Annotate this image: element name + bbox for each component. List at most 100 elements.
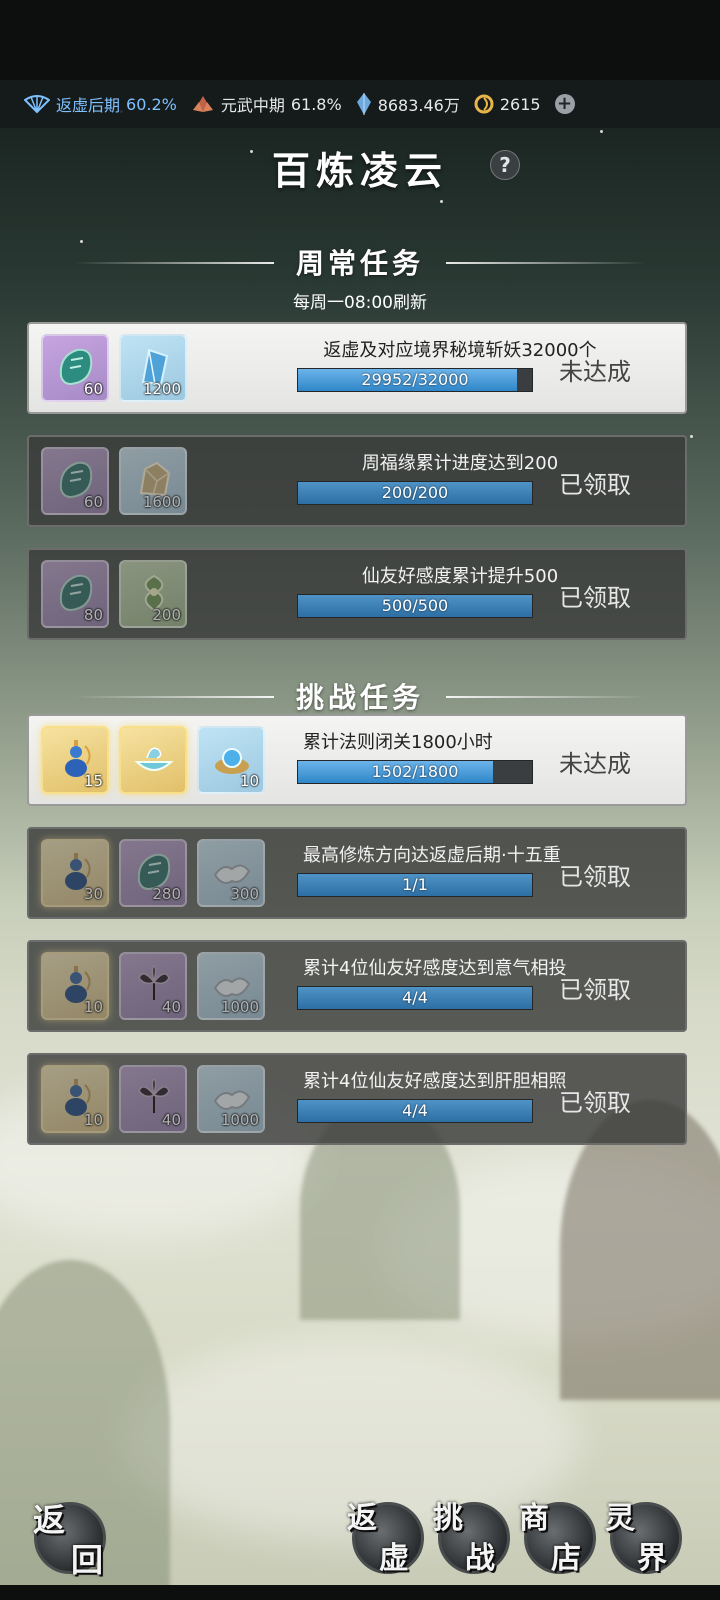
task-status: 已领取 bbox=[559, 863, 631, 891]
swirl-coin-icon bbox=[474, 94, 494, 114]
reward-slot[interactable] bbox=[119, 726, 187, 794]
nav-char: 灵 bbox=[605, 1501, 635, 1536]
progress-bar: 4/4 bbox=[297, 986, 533, 1010]
progress-bar: 1502/1800 bbox=[297, 760, 533, 784]
divider bbox=[446, 696, 646, 698]
reward-slot[interactable]: 280 bbox=[119, 839, 187, 907]
currency-count[interactable]: 2615 bbox=[474, 94, 541, 114]
reward-qty: 1000 bbox=[220, 1111, 259, 1129]
progress-text: 200/200 bbox=[381, 483, 449, 502]
reward-qty: 300 bbox=[230, 885, 259, 903]
divider bbox=[74, 262, 274, 264]
refresh-time: 每周一08:00刷新 bbox=[293, 293, 427, 313]
task-card[interactable]: 10 40 1000 累计4位仙友好感度达到意气相投 4/4 已领取 bbox=[27, 940, 687, 1032]
reward-qty: 60 bbox=[83, 493, 103, 511]
task-status: 已领取 bbox=[559, 471, 631, 499]
reward-slot[interactable]: 80 bbox=[41, 560, 109, 628]
reward-slot[interactable]: 10 bbox=[41, 952, 109, 1020]
task-card[interactable]: 15 10 累计法则闭关1800小时 1502/1800 未达成 bbox=[27, 714, 687, 806]
task-card[interactable]: 30 280 300 最高修炼方向达返虚后期·十五重 1/1 已领取 bbox=[27, 827, 687, 919]
task-status: 已领取 bbox=[559, 976, 631, 1004]
reward-qty: 40 bbox=[161, 998, 181, 1016]
reward-slot[interactable]: 10 bbox=[197, 726, 265, 794]
spirit-stone-value: 8683.46万 bbox=[377, 96, 460, 115]
reward-slot[interactable]: 60 bbox=[41, 447, 109, 515]
reward-qty: 280 bbox=[152, 885, 181, 903]
fan-icon bbox=[24, 95, 50, 114]
status-bar: 返虚后期 60.2% 元武中期 61.8% 8683.46万 2615 + bbox=[0, 80, 720, 128]
progress-text: 500/500 bbox=[381, 596, 449, 615]
weekly-section-header: 周常任务 每周一08:00刷新 bbox=[0, 242, 720, 313]
nav-char: 挑 bbox=[433, 1501, 463, 1536]
reward-slot[interactable]: 1000 bbox=[197, 952, 265, 1020]
crystal-icon bbox=[356, 93, 371, 115]
progress-bar: 500/500 bbox=[297, 594, 533, 618]
star bbox=[440, 200, 443, 203]
task-card[interactable]: 80 200 仙友好感度累计提升500 500/500 已领取 bbox=[27, 548, 687, 640]
reward-slot[interactable]: 1200 bbox=[119, 334, 187, 402]
reward-qty: 10 bbox=[83, 998, 103, 1016]
task-status: 未达成 bbox=[559, 358, 631, 386]
spirit-stone-count[interactable]: 8683.46万 bbox=[356, 92, 460, 116]
reward-slot[interactable]: 15 bbox=[41, 726, 109, 794]
nav-return-void-button[interactable]: 返 虚 bbox=[347, 1501, 424, 1576]
progress-text: 4/4 bbox=[402, 988, 428, 1007]
progress-bar: 200/200 bbox=[297, 481, 533, 505]
reward-slot[interactable]: 10 bbox=[41, 1065, 109, 1133]
task-status: 已领取 bbox=[559, 584, 631, 612]
nav-char: 店 bbox=[551, 1541, 581, 1576]
back-button[interactable]: 返 回 bbox=[33, 1501, 106, 1579]
reward-slot[interactable]: 1600 bbox=[119, 447, 187, 515]
martial-label: 元武中期 bbox=[220, 96, 285, 115]
nav-shop-button[interactable]: 商 店 bbox=[519, 1501, 596, 1576]
reward-slot[interactable]: 60 bbox=[41, 334, 109, 402]
pavilion-silhouette bbox=[560, 1100, 720, 1400]
realm-progress[interactable]: 返虚后期 60.2% bbox=[24, 92, 177, 116]
reward-qty: 1600 bbox=[142, 493, 181, 511]
back-char-2: 回 bbox=[71, 1541, 104, 1579]
reward-slot[interactable]: 30 bbox=[41, 839, 109, 907]
reward-qty: 80 bbox=[83, 606, 103, 624]
page-title-wrap: 百炼凌云 bbox=[0, 140, 720, 195]
reward-qty: 10 bbox=[239, 772, 259, 790]
progress-text: 1/1 bbox=[402, 875, 428, 894]
nav-char: 界 bbox=[637, 1541, 667, 1576]
reward-qty: 40 bbox=[161, 1111, 181, 1129]
task-card[interactable]: 60 1600 周福缘累计进度达到200 200/200 已领取 bbox=[27, 435, 687, 527]
reward-qty: 15 bbox=[83, 772, 103, 790]
reward-qty: 200 bbox=[152, 606, 181, 624]
divider bbox=[446, 262, 646, 264]
reward-slot[interactable]: 300 bbox=[197, 839, 265, 907]
reward-qty: 10 bbox=[83, 1111, 103, 1129]
task-status: 已领取 bbox=[559, 1089, 631, 1117]
nav-challenge-button[interactable]: 挑 战 bbox=[433, 1501, 510, 1576]
currency-value: 2615 bbox=[499, 94, 541, 114]
martial-pct: 61.8% bbox=[290, 94, 342, 114]
back-char-1: 返 bbox=[33, 1501, 66, 1539]
nav-char: 战 bbox=[465, 1541, 495, 1576]
realm-label: 返虚后期 bbox=[56, 96, 121, 115]
progress-bar: 29952/32000 bbox=[297, 368, 533, 392]
reward-slot[interactable]: 40 bbox=[119, 1065, 187, 1133]
task-card[interactable]: 10 40 1000 累计4位仙友好感度达到肝胆相照 4/4 已领取 bbox=[27, 1053, 687, 1145]
page-title: 百炼凌云 bbox=[271, 148, 448, 193]
challenge-section-header: 挑战任务 bbox=[0, 676, 720, 716]
realm-pct: 60.2% bbox=[126, 94, 177, 114]
reward-slot[interactable]: 1000 bbox=[197, 1065, 265, 1133]
reward-slot[interactable]: 40 bbox=[119, 952, 187, 1020]
nav-char: 虚 bbox=[379, 1541, 409, 1576]
task-status: 未达成 bbox=[559, 750, 631, 778]
divider bbox=[74, 696, 274, 698]
lotus-emblem-icon bbox=[192, 96, 213, 112]
add-currency-button[interactable]: + bbox=[554, 94, 575, 114]
nav-spirit-realm-button[interactable]: 灵 界 bbox=[605, 1501, 682, 1576]
task-card[interactable]: 60 1200 返虚及对应境界秘境斩妖32000个 29952/32000 未达成 bbox=[27, 322, 687, 414]
reward-slot[interactable]: 200 bbox=[119, 560, 187, 628]
nav-char: 商 bbox=[519, 1501, 549, 1536]
reward-qty: 60 bbox=[83, 380, 103, 398]
nav-char: 返 bbox=[347, 1501, 377, 1536]
martial-progress[interactable]: 元武中期 61.8% bbox=[191, 92, 342, 116]
progress-bar: 1/1 bbox=[297, 873, 533, 897]
help-button[interactable]: ? bbox=[490, 150, 520, 180]
reward-qty: 1000 bbox=[220, 998, 259, 1016]
